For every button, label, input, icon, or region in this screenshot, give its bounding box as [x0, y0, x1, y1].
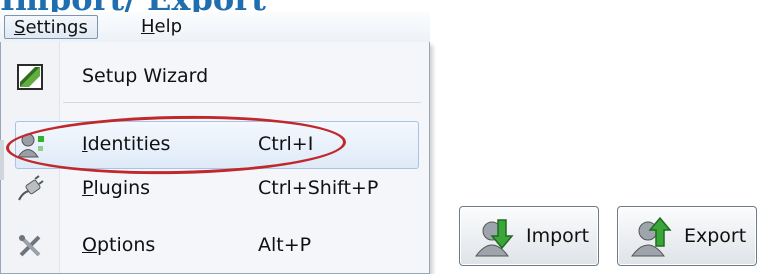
- plugins-shortcut: Ctrl+Shift+P: [258, 177, 379, 199]
- settings-hotkey: S: [14, 17, 26, 38]
- menu-separator: [63, 102, 421, 103]
- help-hotkey: H: [141, 16, 155, 37]
- plugins-label-rest: lugins: [93, 177, 151, 199]
- import-icon: [475, 219, 514, 257]
- menu-item-options[interactable]: Options Alt+P: [1, 223, 429, 269]
- menu-item-plugins[interactable]: Plugins Ctrl+Shift+P: [1, 166, 429, 212]
- export-icon: [631, 216, 672, 257]
- menu-bar: Settings Help: [0, 12, 430, 43]
- plugins-hotkey: P: [82, 177, 94, 199]
- plugins-label: Plugins: [82, 177, 150, 199]
- options-label: Options: [82, 234, 155, 256]
- plugins-icon: [18, 175, 44, 201]
- setup-wizard-label: Setup Wizard: [82, 65, 209, 87]
- options-icon: [19, 235, 41, 257]
- export-label: Export: [684, 225, 747, 247]
- menu-item-setup-wizard[interactable]: Setup Wizard: [1, 54, 429, 100]
- export-button[interactable]: Export: [617, 206, 757, 266]
- options-label-rest: ptions: [96, 234, 156, 256]
- import-label: Import: [526, 225, 590, 247]
- menu-help[interactable]: Help: [132, 15, 191, 39]
- help-label-rest: elp: [154, 16, 183, 37]
- setup-wizard-icon: [17, 64, 43, 90]
- import-button[interactable]: Import: [459, 206, 599, 266]
- options-hotkey: O: [82, 234, 97, 256]
- menu-settings[interactable]: Settings: [4, 15, 98, 39]
- settings-label-rest: ettings: [25, 17, 88, 38]
- background-edge: [0, 140, 4, 180]
- options-shortcut: Alt+P: [258, 234, 312, 256]
